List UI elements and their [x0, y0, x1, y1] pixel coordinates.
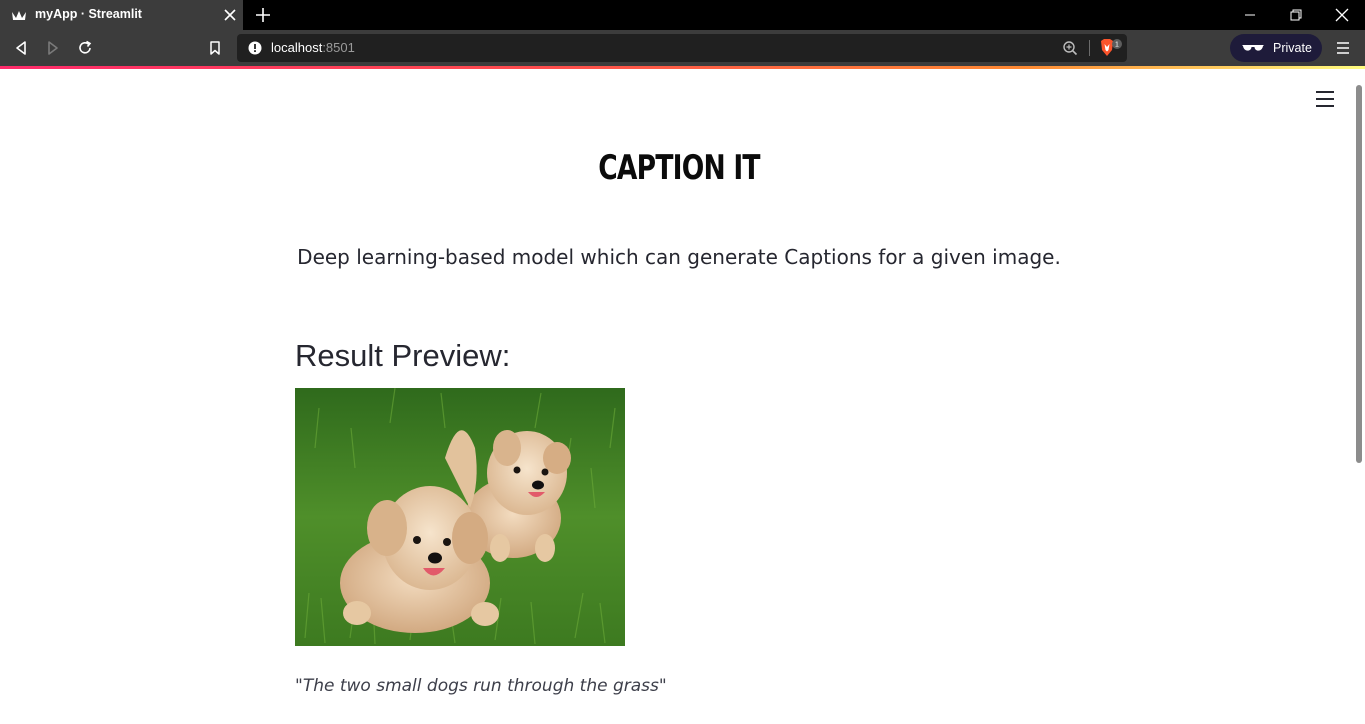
brave-shields-icon[interactable]: 1: [1099, 38, 1123, 58]
back-arrow-icon[interactable]: [13, 40, 29, 56]
browser-tab-active[interactable]: myApp · Streamlit: [0, 0, 243, 30]
generated-caption: "The two small dogs run through the gras…: [295, 674, 667, 698]
url-port: :8501: [322, 40, 355, 55]
close-icon: [1335, 8, 1349, 22]
tab-title: myApp · Streamlit: [35, 7, 142, 21]
minimize-button[interactable]: [1227, 0, 1273, 30]
reload-icon[interactable]: [77, 40, 93, 56]
app-title: CAPTION IT: [598, 148, 760, 188]
streamlit-page: CAPTION IT Deep learning-based model whi…: [0, 69, 1365, 724]
restore-button[interactable]: [1273, 0, 1319, 30]
private-label: Private: [1273, 41, 1312, 55]
private-glasses-icon: [1242, 45, 1264, 51]
caption-quote-open: ": [295, 676, 303, 696]
restore-icon: [1290, 9, 1302, 21]
minimize-icon: [1245, 14, 1255, 16]
plus-icon[interactable]: [255, 7, 271, 23]
private-window-indicator[interactable]: Private: [1230, 34, 1322, 62]
page-scrollbar[interactable]: [1356, 85, 1362, 463]
url-text[interactable]: localhost:8501: [271, 40, 355, 55]
address-bar[interactable]: localhost:8501 1: [237, 34, 1127, 62]
shields-badge-count: 1: [1115, 42, 1119, 49]
hamburger-menu-icon[interactable]: [1316, 91, 1334, 107]
streamlit-crown-icon: [12, 11, 26, 20]
caption-quote-close: ": [658, 676, 667, 696]
app-subtitle: Deep learning-based model which can gene…: [297, 245, 1061, 269]
result-preview-image: [295, 388, 625, 646]
browser-toolbar: localhost:8501 1 Private: [0, 30, 1365, 66]
close-icon[interactable]: [223, 8, 237, 22]
zoom-icon[interactable]: [1062, 40, 1078, 56]
result-preview-heading: Result Preview:: [295, 338, 511, 373]
forward-arrow-icon[interactable]: [45, 40, 61, 56]
window-close-button[interactable]: [1319, 0, 1365, 30]
browser-tab-strip: myApp · Streamlit: [0, 0, 1365, 30]
info-circle-icon[interactable]: [248, 41, 262, 55]
bookmark-icon[interactable]: [207, 40, 223, 56]
url-host: localhost: [271, 40, 323, 55]
caption-text: The two small dogs run through the grass: [302, 676, 659, 696]
browser-menu-icon[interactable]: [1336, 40, 1350, 56]
url-separator: [1089, 40, 1090, 56]
